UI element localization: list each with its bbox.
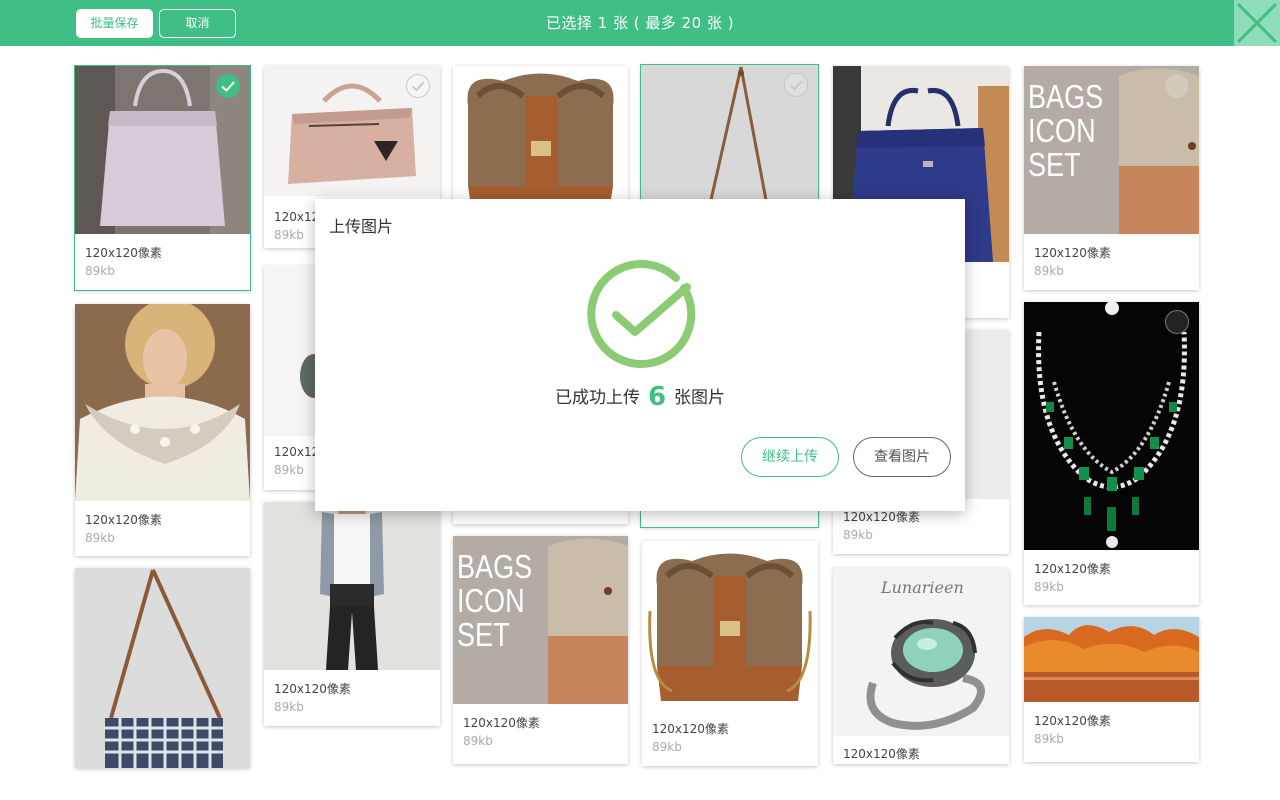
image-dimensions: 120x120像素 bbox=[843, 510, 920, 524]
close-icon bbox=[1236, 2, 1278, 44]
dialog-title: 上传图片 bbox=[329, 217, 394, 236]
bags-icon-set-text: BAGS ICON SET bbox=[457, 550, 532, 652]
overlay-line: BAGS bbox=[1028, 78, 1104, 115]
image-filesize: 89kb bbox=[463, 734, 493, 748]
image-filesize: 89kb bbox=[274, 228, 304, 242]
image-filesize: 89kb bbox=[274, 700, 304, 714]
image-dimensions: 120x120像素 bbox=[463, 716, 540, 730]
upload-success-dialog: 上传图片 已成功上传 6 张图片 继续上传 查看图片 bbox=[315, 199, 965, 511]
close-button[interactable] bbox=[1234, 0, 1280, 46]
image-dimensions: 120x120像素 bbox=[652, 722, 729, 736]
select-check[interactable] bbox=[1165, 74, 1189, 98]
card-image bbox=[75, 568, 250, 768]
image-filesize: 89kb bbox=[85, 531, 115, 545]
overlay-line: ICON bbox=[1028, 112, 1096, 149]
select-check[interactable] bbox=[784, 73, 808, 97]
image-dimensions: 120x120像素 bbox=[274, 682, 351, 696]
check-icon bbox=[789, 80, 803, 91]
image-dimensions: 120x120像素 bbox=[85, 513, 162, 527]
card-image bbox=[1024, 302, 1199, 550]
select-check[interactable] bbox=[1165, 310, 1189, 334]
image-card[interactable]: 120x120像素 89kb bbox=[1024, 617, 1199, 762]
select-check[interactable] bbox=[216, 74, 240, 98]
image-dimensions: 120x12 bbox=[274, 210, 320, 224]
card-image bbox=[75, 304, 250, 501]
image-filesize: 89kb bbox=[843, 528, 873, 542]
check-icon bbox=[411, 81, 425, 92]
message-suffix: 张图片 bbox=[674, 388, 726, 408]
view-images-button[interactable]: 查看图片 bbox=[853, 437, 951, 477]
overlay-line: BAGS bbox=[457, 548, 533, 585]
card-image bbox=[642, 541, 818, 706]
card-image bbox=[1024, 617, 1199, 702]
image-dimensions: 120x120像素 bbox=[1034, 714, 1111, 728]
image-filesize: 89kb bbox=[652, 740, 682, 754]
image-card[interactable]: 120x120像素 89kb bbox=[264, 502, 440, 726]
bags-icon-set-text: BAGS ICON SET bbox=[1028, 80, 1103, 182]
image-dimensions: 120x120像素 bbox=[1034, 562, 1111, 576]
overlay-line: SET bbox=[457, 616, 510, 653]
overlay-line: ICON bbox=[457, 582, 525, 619]
image-filesize: 89kb bbox=[85, 264, 115, 278]
message-prefix: 已成功上传 bbox=[554, 388, 640, 408]
check-icon bbox=[221, 81, 235, 92]
image-card[interactable]: 120x120像素 89kb bbox=[74, 65, 251, 291]
image-dimensions: 120x120像素 bbox=[843, 747, 920, 761]
image-card[interactable]: BAGS ICON SET 120x120像素 89kb bbox=[1024, 66, 1199, 290]
success-check-icon bbox=[583, 257, 697, 371]
image-card[interactable]: 120x120像素 89kb bbox=[1024, 302, 1199, 605]
image-card[interactable]: 120x120像素 89kb bbox=[75, 304, 250, 556]
selection-status: 已选择 1 张 ( 最多 20 张 ) bbox=[545, 14, 735, 32]
image-dimensions: 120x120像素 bbox=[1034, 246, 1111, 260]
image-filesize: 89kb bbox=[1034, 264, 1064, 278]
image-card[interactable]: BAGS ICON SET 120x120像素 89kb bbox=[453, 536, 628, 764]
card-image bbox=[264, 502, 440, 670]
image-dimensions: 120x12 bbox=[274, 445, 320, 459]
image-filesize: 89kb bbox=[274, 463, 304, 477]
top-bar: 批量保存 取消 已选择 1 张 ( 最多 20 张 ) bbox=[0, 0, 1280, 46]
upload-count: 6 bbox=[647, 382, 667, 412]
image-card[interactable] bbox=[75, 568, 250, 768]
image-filesize: 89kb bbox=[1034, 732, 1064, 746]
image-card[interactable]: 120x120像素 89kb bbox=[642, 541, 818, 766]
continue-upload-button[interactable]: 继续上传 bbox=[741, 437, 839, 477]
image-dimensions: 120x120像素 bbox=[85, 246, 162, 260]
brand-script-text: Lunarieen bbox=[881, 578, 964, 597]
overlay-line: SET bbox=[1028, 146, 1081, 183]
card-image bbox=[453, 66, 628, 199]
image-filesize: 89kb bbox=[1034, 580, 1064, 594]
check-icon bbox=[1170, 81, 1184, 92]
select-check[interactable] bbox=[406, 74, 430, 98]
upload-result-message: 已成功上传 6 张图片 bbox=[315, 382, 965, 412]
image-card[interactable]: Lunarieen 120x120像素 bbox=[833, 568, 1009, 764]
